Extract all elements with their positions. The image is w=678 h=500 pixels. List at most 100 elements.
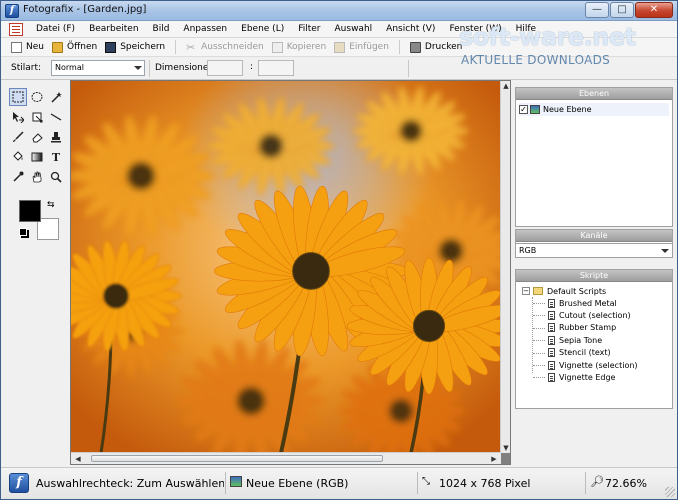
script-item[interactable]: Vignette Edge xyxy=(522,371,672,383)
layers-panel: Ebenen ✓ Neue Ebene xyxy=(515,87,673,227)
status-zoom: 72.66% xyxy=(605,477,647,490)
script-item[interactable]: Stencil (text) xyxy=(522,347,672,359)
zoom-icon[interactable] xyxy=(47,168,65,186)
open-button[interactable]: Öffnen xyxy=(48,39,101,55)
paste-button[interactable]: Einfügen xyxy=(330,39,393,55)
canvas-area[interactable]: ▲ ▼ ◀ ▶ xyxy=(70,80,511,465)
brush-icon-svg xyxy=(13,131,24,142)
menu-bild[interactable]: Bild xyxy=(146,21,177,37)
flower-center xyxy=(236,386,266,416)
default-colors-icon[interactable] xyxy=(19,228,27,236)
horizontal-scrollbar[interactable]: ◀ ▶ xyxy=(71,452,501,464)
scripts-panel: Skripte − Default Scripts Brushed Metal … xyxy=(515,269,673,409)
foreground-color-swatch[interactable] xyxy=(19,200,41,222)
flower-center xyxy=(438,238,464,264)
script-item[interactable]: Vignette (selection) xyxy=(522,359,672,371)
close-button[interactable]: ✕ xyxy=(635,2,673,18)
printer-icon xyxy=(409,41,421,53)
fotografix-logo-icon: f xyxy=(5,4,19,18)
scroll-right-icon[interactable]: ▶ xyxy=(489,454,499,464)
layer-row[interactable]: ✓ Neue Ebene xyxy=(519,103,669,116)
menu-auswahl[interactable]: Auswahl xyxy=(328,21,380,37)
resize-grip-icon[interactable] xyxy=(665,487,675,497)
script-item-label: Stencil (text) xyxy=(559,348,611,358)
clone-stamp-icon[interactable] xyxy=(47,128,65,146)
layer-visibility-checkbox[interactable]: ✓ xyxy=(519,105,528,114)
width-input[interactable] xyxy=(207,60,243,76)
eraser-icon[interactable] xyxy=(28,128,46,146)
eyedropper-icon[interactable] xyxy=(9,168,27,186)
save-button[interactable]: Speichern xyxy=(101,39,169,55)
status-divider xyxy=(417,472,418,494)
watermark-main-text: soft-ware.net xyxy=(459,23,636,51)
horizontal-scroll-thumb[interactable] xyxy=(91,455,383,462)
window-title: Fotografix - [Garden.jpg] xyxy=(23,4,147,15)
menu-ansicht[interactable]: Ansicht (V) xyxy=(379,21,442,37)
hand-icon-svg xyxy=(32,171,42,183)
script-item[interactable]: Brushed Metal xyxy=(522,297,672,309)
scroll-down-icon[interactable]: ▼ xyxy=(502,443,510,453)
flower-center xyxy=(126,161,156,191)
script-item[interactable]: Cutout (selection) xyxy=(522,309,672,321)
flower-center xyxy=(412,309,446,343)
gradient-icon-svg xyxy=(31,152,43,162)
image-canvas[interactable] xyxy=(71,81,501,453)
swap-colors-icon[interactable]: ⇆ xyxy=(47,200,55,210)
menu-ebene[interactable]: Ebene (L) xyxy=(234,21,291,37)
flower-center xyxy=(103,283,129,309)
script-item[interactable]: Rubber Stamp xyxy=(522,322,672,334)
line-icon[interactable] xyxy=(47,108,65,126)
scroll-left-icon[interactable]: ◀ xyxy=(73,454,83,464)
scripts-panel-title: Skripte xyxy=(516,270,672,282)
fill-bucket-icon[interactable] xyxy=(9,148,27,166)
copy-button[interactable]: Kopieren xyxy=(268,39,330,55)
new-button[interactable]: Neu xyxy=(7,39,48,55)
document-menu-icon[interactable] xyxy=(9,22,23,36)
clipboard-paste-icon xyxy=(334,41,346,53)
move-icon[interactable] xyxy=(9,108,27,126)
new-document-icon xyxy=(11,41,22,53)
brush-icon[interactable] xyxy=(9,128,27,146)
print-button[interactable]: Drucken xyxy=(406,39,466,55)
status-bar: f Auswahlrechteck: Zum Auswählen inne Ne… xyxy=(1,467,677,499)
menu-bearbeiten[interactable]: Bearbeiten xyxy=(82,21,145,37)
eyedropper-icon-svg xyxy=(13,171,24,182)
print-label: Drucken xyxy=(424,42,463,52)
hand-icon[interactable] xyxy=(28,168,46,186)
toolbar-separator xyxy=(175,40,177,54)
vertical-scrollbar[interactable]: ▲ ▼ xyxy=(500,81,510,453)
menu-filter[interactable]: Filter xyxy=(291,21,327,37)
menu-anpassen[interactable]: Anpassen xyxy=(176,21,234,37)
script-document-icon xyxy=(548,298,555,308)
status-image-size: 1024 x 768 Pixel xyxy=(439,477,531,490)
scroll-up-icon[interactable]: ▲ xyxy=(502,81,510,91)
rect-select-icon-svg xyxy=(12,91,24,103)
menu-datei[interactable]: Datei (F) xyxy=(29,21,82,37)
title-bar[interactable]: f Fotografix - [Garden.jpg] — □ ✕ xyxy=(1,1,677,21)
script-item[interactable]: Sepia Tone xyxy=(522,334,672,346)
rect-select-icon[interactable] xyxy=(9,88,27,106)
move-icon-svg xyxy=(13,112,24,123)
collapse-toggle-icon[interactable]: − xyxy=(522,287,530,295)
status-layer: Neue Ebene (RGB) xyxy=(246,477,349,490)
script-item-label: Rubber Stamp xyxy=(559,323,617,333)
floppy-save-icon xyxy=(105,41,117,53)
minimize-button[interactable]: — xyxy=(585,2,609,18)
gradient-icon[interactable] xyxy=(28,148,46,166)
cut-button[interactable]: ✂ Ausschneiden xyxy=(182,39,268,55)
maximize-button[interactable]: □ xyxy=(610,2,634,18)
ellipse-select-icon[interactable] xyxy=(28,88,46,106)
style-select-value: Normal xyxy=(55,63,84,72)
crop-icon-svg xyxy=(32,112,43,123)
magic-wand-icon[interactable] xyxy=(47,88,65,106)
scripts-folder[interactable]: − Default Scripts xyxy=(522,285,672,297)
crop-icon[interactable] xyxy=(28,108,46,126)
script-item-label: Vignette (selection) xyxy=(559,360,638,370)
status-divider xyxy=(225,472,226,494)
style-select[interactable]: Normal xyxy=(51,60,145,76)
fotografix-status-icon: f xyxy=(9,473,29,493)
channel-select[interactable]: RGB xyxy=(515,243,673,258)
height-input[interactable] xyxy=(258,60,294,76)
text-icon[interactable]: T xyxy=(47,148,65,166)
layer-thumbnail-icon xyxy=(230,476,242,487)
